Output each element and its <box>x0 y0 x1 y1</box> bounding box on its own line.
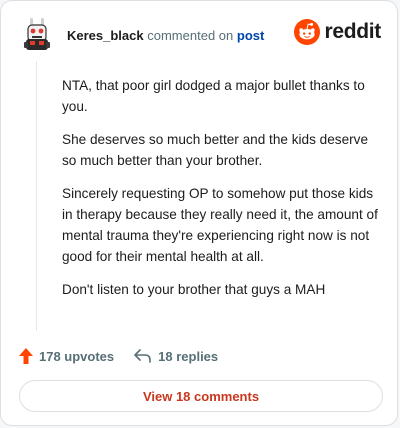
view-comments-label: View 18 comments <box>142 388 260 404</box>
thread-line <box>36 61 37 331</box>
reddit-brand[interactable]: reddit <box>294 19 381 45</box>
upvote-button[interactable]: 178 upvotes <box>19 348 114 364</box>
reddit-logo-icon <box>294 19 321 45</box>
user-avatar[interactable] <box>19 17 55 53</box>
post-link[interactable]: post <box>237 28 264 43</box>
comment-actions: 178 upvotes 18 replies <box>19 345 218 367</box>
reddit-wordmark: reddit <box>324 20 381 43</box>
comment-meta: Keres_black commented on post <box>67 28 264 43</box>
comment-paragraph: Don't listen to your brother that guys a… <box>62 282 326 297</box>
comment-header: Keres_black commented on post reddit <box>19 17 381 53</box>
comment-card: Keres_black commented on post reddit NTA… <box>0 0 398 426</box>
comment-paragraph: Sincerely requesting OP to somehow put t… <box>62 186 378 264</box>
commented-on-text: commented on <box>147 27 234 43</box>
avatar-icon <box>24 18 50 50</box>
replies-count: 18 replies <box>158 348 219 364</box>
username-link[interactable]: Keres_black <box>67 28 144 43</box>
comment-paragraph: She deserves so much better and the kids… <box>62 132 369 168</box>
upvotes-count: 178 upvotes <box>39 348 115 364</box>
view-comments-button[interactable]: View 18 comments <box>19 380 383 412</box>
comment-paragraph: NTA, that poor girl dodged a major bulle… <box>62 78 365 114</box>
replies-button[interactable]: 18 replies <box>134 349 218 364</box>
comment-body: NTA, that poor girl dodged a major bulle… <box>62 75 380 312</box>
upvote-arrow-icon <box>19 348 33 364</box>
reply-arrow-icon <box>134 349 151 363</box>
